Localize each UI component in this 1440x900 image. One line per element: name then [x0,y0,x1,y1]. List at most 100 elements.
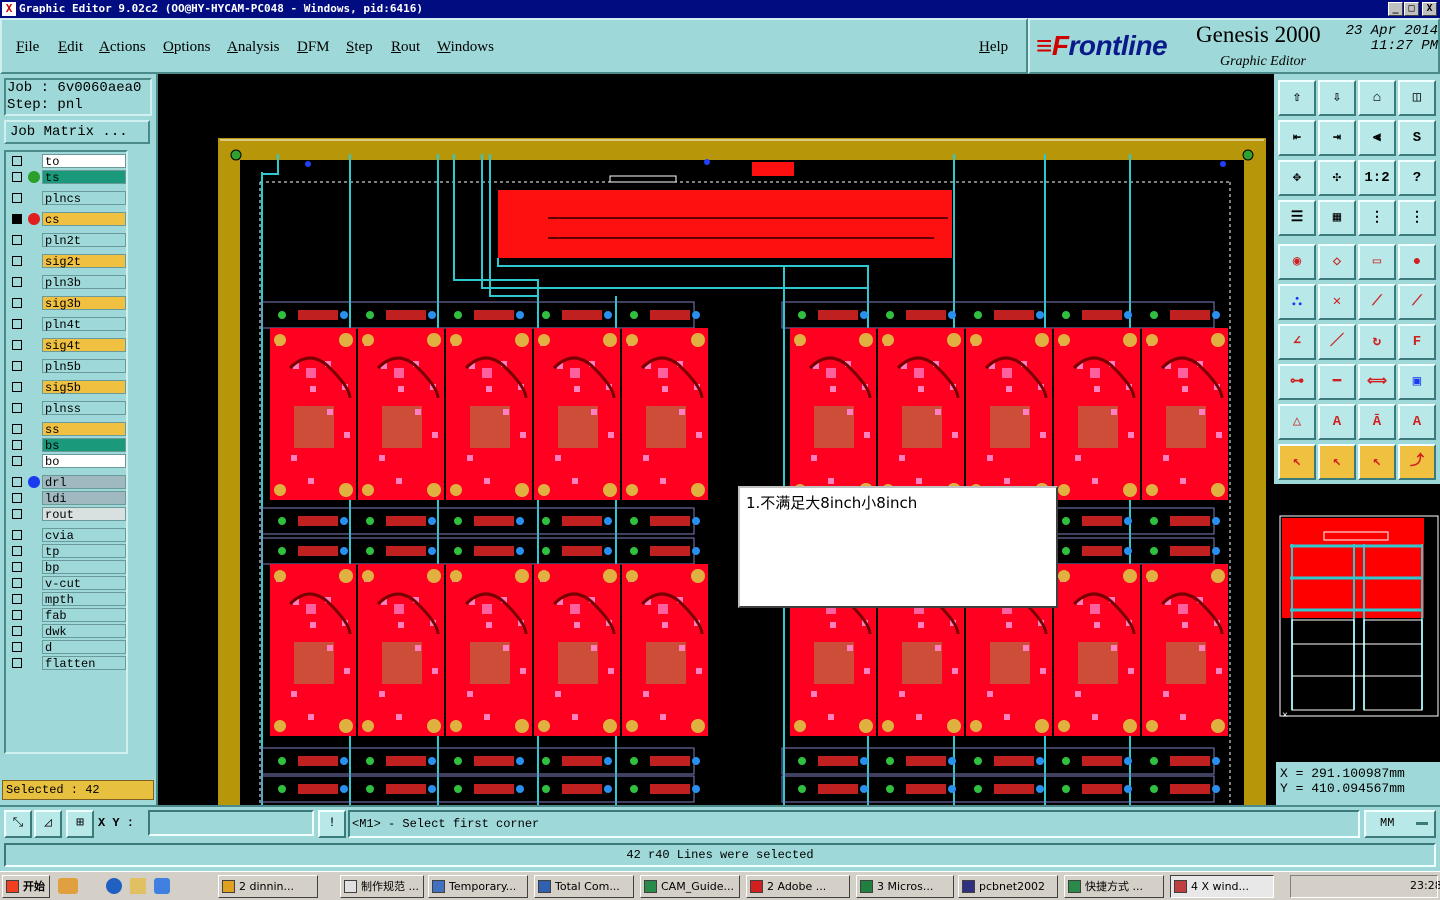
layer-checkbox[interactable] [12,340,22,350]
layer-row-plnss[interactable]: plnss [8,401,126,416]
menu-file[interactable]: File [16,38,39,56]
taskbar-item-4[interactable]: CAM_Guide... [640,875,740,898]
menu-help[interactable]: Help [979,38,1008,56]
layer-name[interactable]: bs [42,438,126,453]
layer-name[interactable]: mpth [42,592,126,607]
layer-checkbox[interactable] [12,530,22,540]
pan-icon[interactable]: ✣ [1318,160,1356,196]
taskbar-item-2[interactable]: Temporary... [428,875,528,898]
minimize-button[interactable]: _ [1388,2,1403,16]
browser-icon[interactable] [154,878,170,894]
group-icon[interactable]: ▣ [1398,364,1436,400]
layer-checkbox[interactable] [12,562,22,572]
ruler-icon[interactable]: ▭ [1358,244,1396,280]
layer-row-drl[interactable]: drl [8,475,126,490]
route-icon[interactable]: ⤴ [1398,444,1436,480]
layer-checkbox[interactable] [12,610,22,620]
layer-checkbox[interactable] [12,193,22,203]
layer-checkbox[interactable] [12,626,22,636]
layer-name[interactable]: ss [42,422,126,437]
layer-name[interactable]: pln4t [42,317,126,332]
layer-name[interactable]: sig2t [42,254,126,269]
layer-name[interactable]: pln5b [42,359,126,374]
layer-row-v-cut[interactable]: v-cut [8,576,126,591]
layer-checkbox[interactable] [12,298,22,308]
grid-icon[interactable]: ▦ [1318,200,1356,236]
line-alt-icon[interactable]: ⟋ [1398,284,1436,320]
layer-name[interactable]: cvia [42,528,126,543]
quicklaunch-icon[interactable] [58,878,78,894]
layer-checkbox[interactable] [12,277,22,287]
layer-name[interactable]: plnss [42,401,126,416]
taskbar-item-8[interactable]: 快捷方式 ... [1064,875,1164,898]
layers-icon[interactable]: ⋮ [1358,200,1396,236]
layer-name[interactable]: pln2t [42,233,126,248]
layer-checkbox[interactable] [12,382,22,392]
menu-dfm[interactable]: DFM [297,38,330,56]
s-curve-icon[interactable]: S [1398,120,1436,156]
layer-row-pln4t[interactable]: pln4t [8,317,126,332]
layer-checkbox[interactable] [12,403,22,413]
layer-checkbox[interactable] [12,546,22,556]
folder-icon[interactable] [130,878,146,894]
layer-row-ss[interactable]: ss [8,422,126,437]
layer-name[interactable]: ldi [42,491,126,506]
layer-name[interactable]: pln3b [42,275,126,290]
snap-icon[interactable]: ⊞ [66,810,94,838]
layer-row-cs[interactable]: cs [8,212,126,227]
help-icon[interactable]: ? [1398,160,1436,196]
list-icon[interactable]: ☰ [1278,200,1316,236]
layer-name[interactable]: fab [42,608,126,623]
layer-checkbox[interactable] [12,214,22,224]
layer-name[interactable]: sig4t [42,338,126,353]
layer-name[interactable]: bp [42,560,126,575]
graphic-canvas[interactable] [158,74,1274,805]
layer-row-bs[interactable]: bs [8,438,126,453]
dot-icon[interactable]: ● [1398,244,1436,280]
layer-name[interactable]: tp [42,544,126,559]
layer-name[interactable]: sig5b [42,380,126,395]
menu-analysis[interactable]: Analysis [227,38,280,56]
layer-checkbox[interactable] [12,658,22,668]
layer-row-pln2t[interactable]: pln2t [8,233,126,248]
layer-name[interactable]: dwk [42,624,126,639]
layer-checkbox[interactable] [12,477,22,487]
triangle-icon[interactable]: △ [1278,404,1316,440]
menu-actions[interactable]: Actions [99,38,146,56]
layer-row-dwk[interactable]: dwk [8,624,126,639]
mirror-icon[interactable]: ⫷ [1358,120,1396,156]
resize-icon[interactable]: ⟺ [1358,364,1396,400]
export-icon[interactable]: ⇧ [1278,80,1316,116]
overview-map[interactable]: × [1276,484,1440,762]
taskbar-item-6[interactable]: 3 Micros... [856,875,954,898]
layer-name[interactable]: to [42,154,126,169]
layer-checkbox[interactable] [12,156,22,166]
layer-row-sig5b[interactable]: sig5b [8,380,126,395]
layer-checkbox[interactable] [12,361,22,371]
layer-row-sig4t[interactable]: sig4t [8,338,126,353]
job-matrix-button[interactable]: Job Matrix ... [4,120,150,144]
layer-row-tp[interactable]: tp [8,544,126,559]
layer-checkbox[interactable] [12,319,22,329]
pointer-icon[interactable]: ↖ [1278,444,1316,480]
taskbar-item-0[interactable]: 2 dinnin... [218,875,318,898]
layer-checkbox[interactable] [12,424,22,434]
arc-icon[interactable]: ↻ [1358,324,1396,360]
start-button[interactable]: 开始 [2,875,50,898]
text-icon[interactable]: F [1398,324,1436,360]
layer-checkbox[interactable] [12,235,22,245]
note-popup[interactable]: 1.不满足大8inch小8inch [738,486,1058,608]
angle-icon[interactable]: ∠ [1278,324,1316,360]
menu-step[interactable]: Step [346,38,373,56]
ie-icon[interactable] [106,878,122,894]
layer-name[interactable]: bo [42,454,126,469]
one-to-one-icon[interactable]: 1:2 [1358,160,1396,196]
eraser-icon[interactable]: ◇ [1318,244,1356,280]
layer-checkbox[interactable] [12,509,22,519]
measure-icon[interactable]: ◿ [34,810,62,838]
taskbar-item-7[interactable]: pcbnet2002 [958,875,1058,898]
layer-name[interactable]: plncs [42,191,126,206]
layer-row-ldi[interactable]: ldi [8,491,126,506]
layer-checkbox[interactable] [12,172,22,182]
move-icon[interactable]: ⊶ [1278,364,1316,400]
